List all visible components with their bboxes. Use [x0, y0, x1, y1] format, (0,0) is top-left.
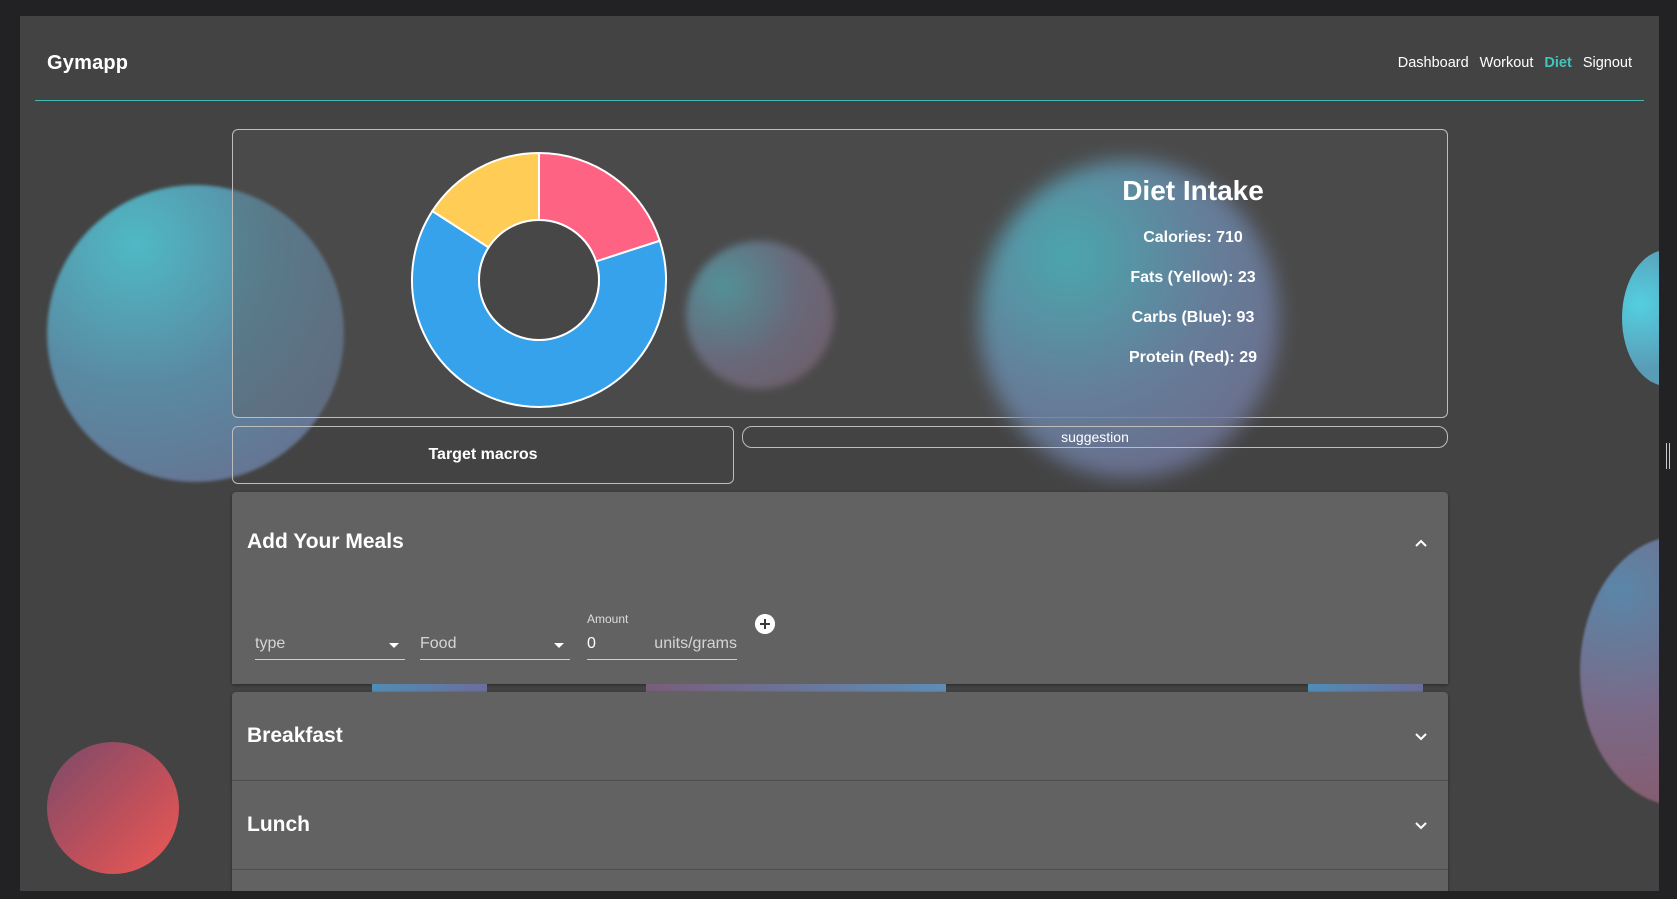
chevron-up-icon[interactable] [1414, 536, 1428, 550]
carbs-value: Carbs (Blue): 93 [1131, 309, 1255, 326]
plus-circle-icon[interactable] [755, 614, 775, 634]
decorative-stripe [372, 684, 487, 692]
lunch-title[interactable]: Lunch [247, 813, 310, 837]
app-window: Gymapp Dashboard Workout Diet Signout Di… [20, 16, 1659, 891]
add-meals-title[interactable]: Add Your Meals [247, 530, 404, 554]
decorative-stripe [646, 684, 946, 692]
amount-input[interactable]: 0 units/grams [587, 632, 737, 660]
decorative-bubble [47, 742, 179, 874]
next-meal-panel[interactable] [232, 870, 1448, 891]
nav-diet[interactable]: Diet [1544, 55, 1571, 71]
macros-donut-chart [411, 151, 667, 408]
brand-logo[interactable]: Gymapp [47, 52, 128, 75]
nav-dashboard[interactable]: Dashboard [1398, 55, 1469, 71]
diet-intake-card: Diet Intake Calories: 710 Fats (Yellow):… [232, 129, 1448, 478]
chevron-down-icon[interactable] [1414, 730, 1428, 744]
scrollbar-handle[interactable] [1666, 443, 1670, 469]
meal-type-select[interactable]: type [255, 632, 405, 660]
nav-signout[interactable]: Signout [1583, 55, 1632, 71]
lunch-panel[interactable]: Lunch [232, 781, 1448, 870]
breakfast-title[interactable]: Breakfast [247, 724, 343, 748]
calories-value: Calories: 710 [1143, 229, 1243, 246]
nav-workout[interactable]: Workout [1480, 55, 1534, 71]
navbar: Gymapp Dashboard Workout Diet Signout [35, 16, 1644, 101]
amount-value: 0 [587, 635, 596, 652]
target-macros-button[interactable]: Target macros [232, 426, 734, 484]
decorative-bubble [1580, 536, 1659, 806]
caret-down-icon [389, 643, 399, 648]
caret-down-icon [554, 643, 564, 648]
intake-summary: Diet Intake Calories: 710 Fats (Yellow):… [993, 175, 1393, 389]
breakfast-panel[interactable]: Breakfast [232, 692, 1448, 781]
protein-value: Protein (Red): 29 [1128, 349, 1257, 366]
nav-links: Dashboard Workout Diet Signout [1398, 55, 1632, 71]
decorative-bubble [1622, 250, 1659, 386]
add-meals-panel: Add Your Meals type Food Amount 0 units/… [232, 492, 1448, 684]
intake-title: Diet Intake [1122, 175, 1264, 206]
amount-label: Amount [587, 612, 629, 626]
amount-unit: units/grams [654, 635, 737, 652]
decorative-stripe [1308, 684, 1423, 692]
suggestion-button[interactable]: suggestion [742, 426, 1448, 448]
chevron-down-icon[interactable] [1414, 819, 1428, 833]
food-placeholder: Food [420, 635, 457, 652]
meal-type-placeholder: type [255, 635, 286, 652]
food-select[interactable]: Food [420, 632, 570, 660]
fats-value: Fats (Yellow): 23 [1130, 269, 1256, 286]
donut-hole [478, 219, 600, 341]
